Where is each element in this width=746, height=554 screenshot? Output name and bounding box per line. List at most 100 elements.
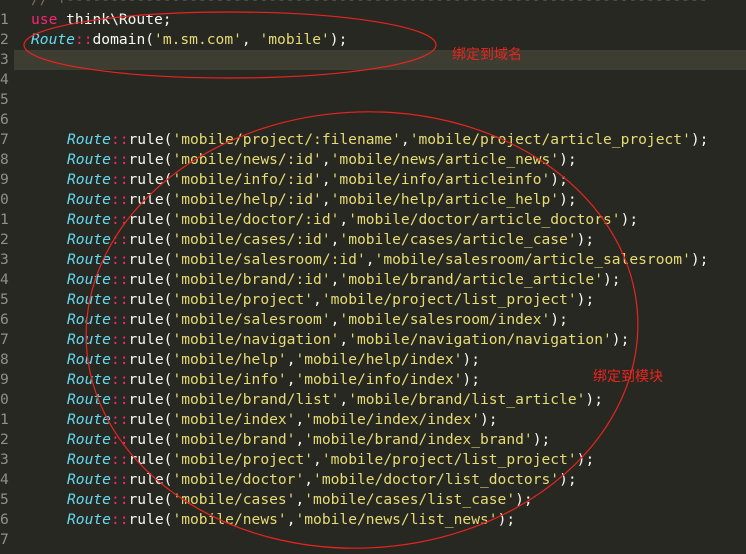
code-line[interactable]: 7 Route::rule('mobile/navigation','mobile… <box>0 330 746 350</box>
line-number: 2 <box>0 231 9 248</box>
code-token: Route <box>67 491 111 508</box>
code-token: 'mobile/brand/list' <box>172 391 340 408</box>
code-token: think\Route; <box>57 11 172 28</box>
code-token: 'mobile/news/article_news' <box>330 151 560 168</box>
code-token: rule( <box>128 191 173 208</box>
code-content: Route::rule('mobile/index','mobile/index… <box>67 410 498 430</box>
code-content: Route::rule('mobile/salesroom/:id','mobi… <box>67 250 708 270</box>
code-token: ); <box>559 151 577 168</box>
code-token: Route <box>67 151 111 168</box>
code-token: ); <box>559 471 577 488</box>
line-number: 1 <box>0 11 9 28</box>
code-line[interactable]: 1 Route::rule('mobile/index','mobile/inde… <box>0 410 746 430</box>
code-token: 'mobile/project/list_project' <box>321 451 577 468</box>
code-token: :: <box>110 131 129 148</box>
code-line[interactable]: 2 Route::rule('mobile/cases/:id','mobile/… <box>0 230 746 250</box>
code-line[interactable]: 5 <box>0 90 746 110</box>
line-number: 9 <box>0 171 9 188</box>
code-line[interactable]: 9 Route::rule('mobile/info/:id','mobile/i… <box>0 170 746 190</box>
code-line[interactable]: 5 Route::rule('mobile/cases','mobile/case… <box>0 490 746 510</box>
code-line[interactable]: 7 <box>0 530 746 550</box>
code-token: rule( <box>128 471 173 488</box>
code-token: ); <box>550 171 568 188</box>
code-token: 'mobile/doctor/article_doctors' <box>348 211 621 228</box>
code-token: ); <box>603 271 621 288</box>
comment-line: // +------------------------------------… <box>0 0 746 10</box>
code-content: Route::rule('mobile/doctor','mobile/doct… <box>67 470 577 490</box>
code-line[interactable]: 1 Route::rule('mobile/doctor/:id','mobile… <box>0 210 746 230</box>
line-number: 9 <box>0 371 9 388</box>
code-content: Route::rule('mobile/project','mobile/pro… <box>67 450 594 470</box>
code-token: 'mobile/brand/article_article' <box>339 271 603 288</box>
code-editor[interactable]: // +------------------------------------… <box>0 0 746 554</box>
line-number: 1 <box>0 211 9 228</box>
code-token: ); <box>690 131 709 148</box>
code-line[interactable]: 6 <box>0 110 746 130</box>
code-content: Route::rule('mobile/help/:id','mobile/he… <box>67 190 577 210</box>
code-line[interactable]: 4 Route::rule('mobile/doctor','mobile/doc… <box>0 470 746 490</box>
line-number: 7 <box>0 331 9 348</box>
code-content: Route::rule('mobile/info','mobile/info/i… <box>67 370 480 390</box>
code-line[interactable]: 0 Route::rule('mobile/brand/list','mobile… <box>0 390 746 410</box>
code-token: 'mobile/salesroom/article_salesroom' <box>374 251 691 268</box>
code-token: :: <box>110 251 129 268</box>
line-number: 3 <box>0 251 9 268</box>
code-token: , <box>241 31 260 48</box>
code-token: Route <box>67 391 111 408</box>
code-token: Route <box>31 31 75 48</box>
code-line[interactable]: 6 Route::rule('mobile/salesroom','mobile/… <box>0 310 746 330</box>
code-line[interactable]: 0 Route::rule('mobile/help/:id','mobile/h… <box>0 190 746 210</box>
code-token: rule( <box>128 371 173 388</box>
code-line[interactable]: 2 Route::domain('m.sm.com', 'mobile'); <box>0 30 746 50</box>
code-token: :: <box>110 451 129 468</box>
code-line[interactable]: 1 use think\Route; <box>0 10 746 30</box>
code-token: 'mobile/doctor/:id' <box>172 211 340 228</box>
code-token: 'mobile/navigation/navigation' <box>348 331 612 348</box>
code-line[interactable]: 6 Route::rule('mobile/news','mobile/news/… <box>0 510 746 530</box>
code-line[interactable]: 3 <box>0 50 746 70</box>
code-token: :: <box>110 331 129 348</box>
code-token: 'mobile/doctor' <box>172 471 305 488</box>
code-token: Route <box>67 271 111 288</box>
code-token: :: <box>110 311 129 328</box>
code-line[interactable]: 3 Route::rule('mobile/project','mobile/pr… <box>0 450 746 470</box>
code-line[interactable]: 4 <box>0 70 746 90</box>
code-token: rule( <box>128 171 173 188</box>
line-number: 5 <box>0 291 9 308</box>
code-token: :: <box>110 511 129 528</box>
code-token: :: <box>110 471 129 488</box>
line-number: 7 <box>0 531 9 548</box>
code-token: :: <box>110 351 129 368</box>
code-token: 'mobile/cases/list_case' <box>304 491 516 508</box>
code-token: , <box>321 171 331 188</box>
code-line[interactable]: 5 Route::rule('mobile/project','mobile/pr… <box>0 290 746 310</box>
comment-text: // +------------------------------------… <box>31 0 708 10</box>
code-token: 'mobile/brand' <box>172 431 296 448</box>
code-content: Route::rule('mobile/cases/:id','mobile/c… <box>67 230 594 250</box>
domain-binding-note: 绑定到域名 <box>452 47 522 63</box>
code-content: Route::rule('mobile/brand/list','mobile/… <box>67 390 603 410</box>
code-line[interactable]: 2 Route::rule('mobile/brand','mobile/bran… <box>0 430 746 450</box>
code-token: , <box>339 391 349 408</box>
line-number: 3 <box>0 51 9 68</box>
line-number: 5 <box>0 491 9 508</box>
code-line[interactable]: 7 Route::rule('mobile/project/:filename',… <box>0 130 746 150</box>
code-line[interactable]: 4 Route::rule('mobile/brand/:id','mobile/… <box>0 270 746 290</box>
code-token: use <box>31 11 58 28</box>
code-token: , <box>295 491 305 508</box>
code-token: rule( <box>128 391 173 408</box>
code-content: Route::domain('m.sm.com', 'mobile'); <box>31 30 347 50</box>
code-token: 'mobile/navigation' <box>172 331 340 348</box>
code-token: ); <box>559 191 577 208</box>
code-token: rule( <box>128 271 173 288</box>
code-token: Route <box>67 231 111 248</box>
code-token: :: <box>110 191 129 208</box>
code-token: 'mobile/project' <box>172 291 314 308</box>
code-token: 'mobile/cases' <box>172 491 296 508</box>
code-token: 'mobile/project' <box>172 451 314 468</box>
code-token: rule( <box>128 491 173 508</box>
code-line[interactable]: 8 Route::rule('mobile/news/:id','mobile/n… <box>0 150 746 170</box>
code-token: rule( <box>128 211 173 228</box>
code-token: rule( <box>128 331 173 348</box>
code-line[interactable]: 3 Route::rule('mobile/salesroom/:id','mob… <box>0 250 746 270</box>
